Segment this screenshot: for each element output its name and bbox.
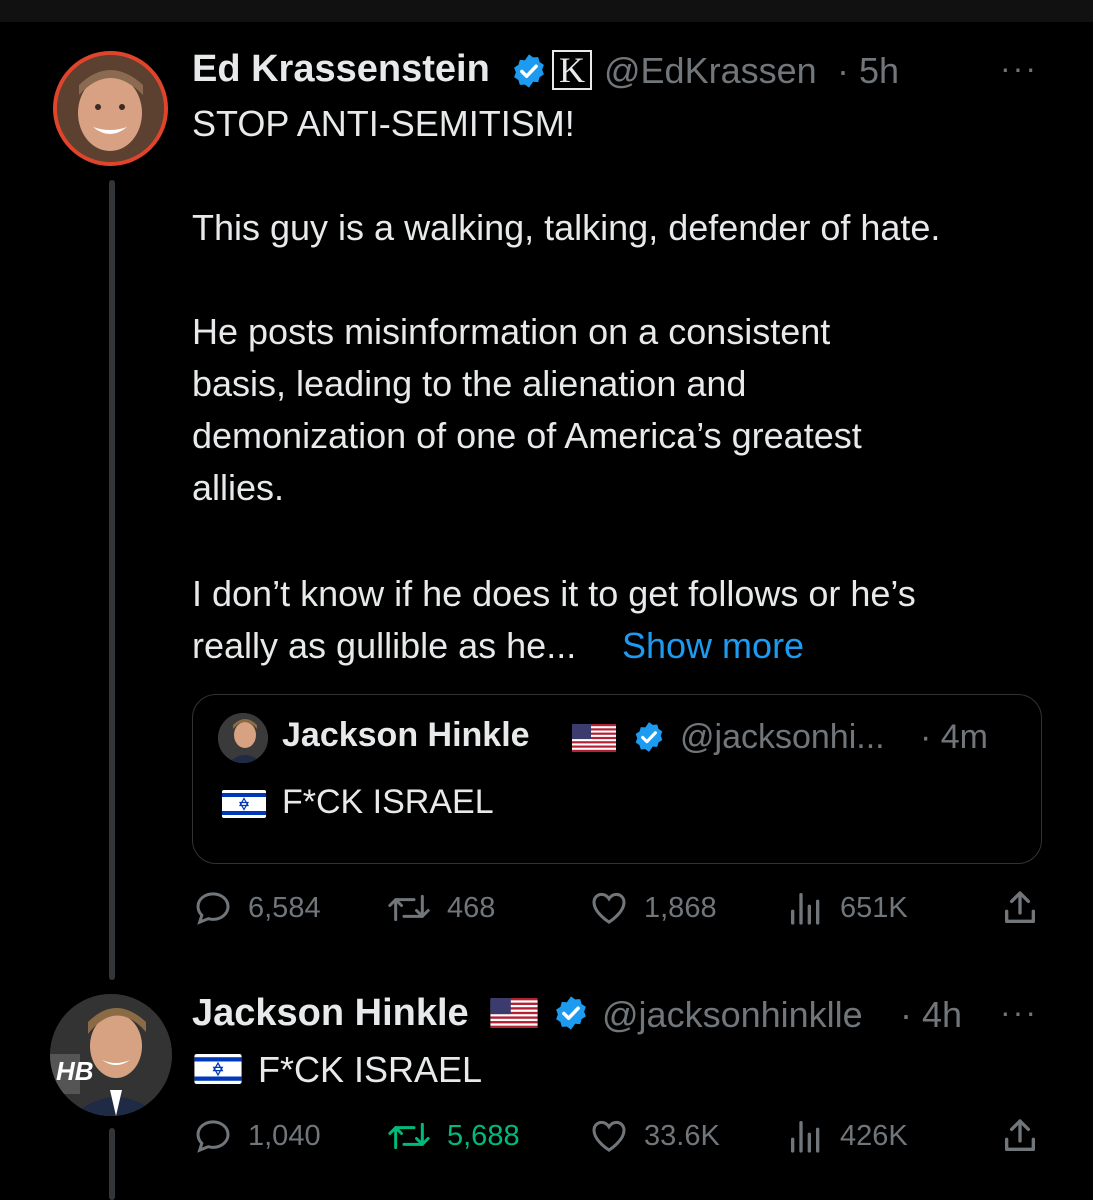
quote-text: F*CK ISRAEL — [282, 783, 494, 821]
author-name[interactable]: Ed Krassenstein — [192, 48, 490, 91]
portrait-icon — [57, 55, 164, 162]
views-count: 651K — [840, 891, 908, 924]
repost-count: 468 — [447, 891, 496, 924]
reply-time[interactable]: · 4h — [900, 994, 962, 1036]
us-flag-icon — [490, 998, 538, 1028]
share-icon — [1005, 891, 1035, 923]
reply-count: 6,584 — [248, 891, 321, 924]
tweet-text-line-2: This guy is a walking, talking, defender… — [192, 207, 941, 248]
portrait-icon — [50, 994, 172, 1116]
reply-icon — [196, 892, 230, 925]
tweet-text-line-5: demonization of one of America’s greates… — [192, 415, 862, 456]
reply-button[interactable]: 6,584 — [192, 888, 321, 928]
tweet-text-line-4: basis, leading to the alienation and — [192, 363, 747, 404]
verified-badge-icon — [514, 54, 544, 88]
israel-flag-icon — [222, 790, 266, 818]
more-menu-icon[interactable]: ··· — [1000, 50, 1038, 87]
show-more-link[interactable]: Show more — [622, 620, 804, 672]
avatar-ed-krassenstein[interactable] — [53, 51, 168, 166]
reply-repost-count: 5,688 — [447, 1119, 520, 1152]
reply-icon — [196, 1120, 230, 1153]
like-count: 1,868 — [644, 891, 717, 924]
portrait-icon — [218, 713, 268, 763]
quote-avatar[interactable] — [218, 713, 268, 763]
thread-line-top — [109, 180, 115, 980]
share-icon — [1005, 1119, 1035, 1151]
tweet-text-line-6: allies. — [192, 467, 285, 508]
views-button[interactable]: 651K — [786, 888, 908, 928]
repost-icon — [388, 894, 430, 922]
quote-handle[interactable]: @jacksonhi... — [680, 718, 885, 757]
quote-author-name[interactable]: Jackson Hinkle — [282, 716, 530, 755]
reply-author-name[interactable]: Jackson Hinkle — [192, 992, 469, 1035]
views-chart-icon — [791, 893, 820, 925]
reply-reply-count: 1,040 — [248, 1119, 321, 1152]
tweet-text-line-7: I don’t know if he does it to get follow… — [192, 573, 916, 614]
quote-time[interactable]: · 4m — [920, 718, 988, 757]
author-handle[interactable]: @EdKrassen — [604, 50, 817, 92]
repost-icon — [388, 1122, 430, 1150]
reply-share-button[interactable] — [1000, 1116, 1054, 1156]
reply-handle[interactable]: @jacksonhinklle — [602, 994, 863, 1036]
avatar-jackson-hinkle[interactable]: HB — [50, 994, 172, 1116]
heart-icon — [592, 892, 626, 924]
reply-reply-button[interactable]: 1,040 — [192, 1116, 321, 1156]
share-button[interactable] — [1000, 888, 1054, 928]
like-button[interactable]: 1,868 — [588, 888, 717, 928]
reply-repost-button[interactable]: 5,688 — [385, 1116, 520, 1156]
tweet-time[interactable]: · 5h — [837, 50, 899, 92]
reply-views-count: 426K — [840, 1119, 908, 1152]
reply-text: F*CK ISRAEL — [258, 1049, 483, 1090]
thread-line-bottom — [109, 1128, 115, 1200]
views-chart-icon — [791, 1121, 820, 1153]
tweet-text-line-8: really as gullible as he... — [192, 625, 577, 666]
reply-views-button[interactable]: 426K — [786, 1116, 908, 1156]
reply-verified-badge-icon — [556, 996, 586, 1030]
us-flag-icon — [572, 724, 616, 752]
tweet-text-line-3: He posts misinformation on a consistent — [192, 311, 831, 352]
affiliate-badge-k-icon: K — [552, 50, 592, 90]
reply-like-button[interactable]: 33.6K — [588, 1116, 720, 1156]
avatar-logo-text: HB — [56, 1056, 94, 1086]
repost-button[interactable]: 468 — [385, 888, 495, 928]
reply-more-menu-icon[interactable]: ··· — [1000, 994, 1038, 1031]
israel-flag-icon — [194, 1054, 242, 1084]
top-bar — [0, 0, 1093, 22]
heart-icon — [592, 1120, 626, 1152]
quote-verified-badge-icon — [635, 722, 663, 752]
reply-like-count: 33.6K — [644, 1119, 720, 1152]
tweet-text-line-1: STOP ANTI-SEMITISM! — [192, 103, 575, 144]
